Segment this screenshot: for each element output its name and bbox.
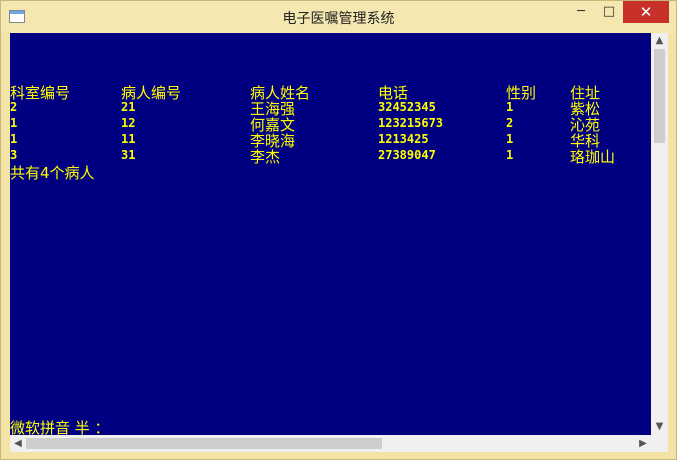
gender-cell: 1 [506,148,514,162]
horizontal-scrollbar[interactable]: ◀ ▶ [10,435,651,452]
table-row: 3 31 李杰 27389047 1 珞珈山 [10,146,615,166]
table-header: 科室编号 病人编号 病人姓名 电话 性别 住址 [10,82,600,102]
dept-id-cell: 2 [10,100,18,114]
title-bar[interactable]: 电子医嘱管理系统 ─ □ ✕ [1,1,676,33]
dept-id-cell: 3 [10,148,18,162]
phone-cell: 32452345 [378,100,436,114]
table-row: 2 21 王海强 32452345 1 紫松 [10,98,600,118]
console-output[interactable]: 科室编号 病人编号 病人姓名 电话 性别 住址 2 21 王海强 3245234… [10,33,651,435]
gender-cell: 1 [506,100,514,114]
table-row: 1 12 何嘉文 123215673 2 沁苑 [10,114,600,134]
ime-status: 微软拼音 半 ： [10,419,110,435]
scrollbar-corner [651,435,668,452]
patient-id-cell: 11 [121,132,136,146]
patient-name-cell: 李杰 [250,148,281,166]
vertical-scroll-thumb[interactable] [654,49,665,143]
gender-cell: 1 [506,132,514,146]
phone-cell: 1213425 [378,132,429,146]
phone-cell: 123215673 [378,116,444,130]
close-button[interactable]: ✕ [623,1,669,23]
patient-count-summary: 共有4个病人 [10,164,95,182]
minimize-button[interactable]: ─ [567,1,595,23]
patient-id-cell: 21 [121,100,136,114]
dept-id-cell: 1 [10,132,18,146]
gender-cell: 2 [506,116,514,130]
scroll-up-arrow-icon[interactable]: ▲ [651,33,668,49]
patient-id-cell: 12 [121,116,136,130]
horizontal-scroll-thumb[interactable] [26,438,382,449]
table-row: 1 11 李晓海 1213425 1 华科 [10,130,600,150]
scroll-right-arrow-icon[interactable]: ▶ [635,435,651,452]
phone-cell: 27389047 [378,148,436,162]
maximize-button[interactable]: □ [595,1,623,23]
dept-id-cell: 1 [10,116,18,130]
patient-id-cell: 31 [121,148,136,162]
console-window: 电子医嘱管理系统 ─ □ ✕ 科室编号 病人编号 病人姓名 电话 性别 住址 2… [0,0,677,460]
scroll-down-arrow-icon[interactable]: ▼ [651,419,668,435]
vertical-scrollbar[interactable]: ▲ ▼ [651,33,668,435]
scroll-left-arrow-icon[interactable]: ◀ [10,435,26,452]
address-cell: 珞珈山 [570,148,616,166]
